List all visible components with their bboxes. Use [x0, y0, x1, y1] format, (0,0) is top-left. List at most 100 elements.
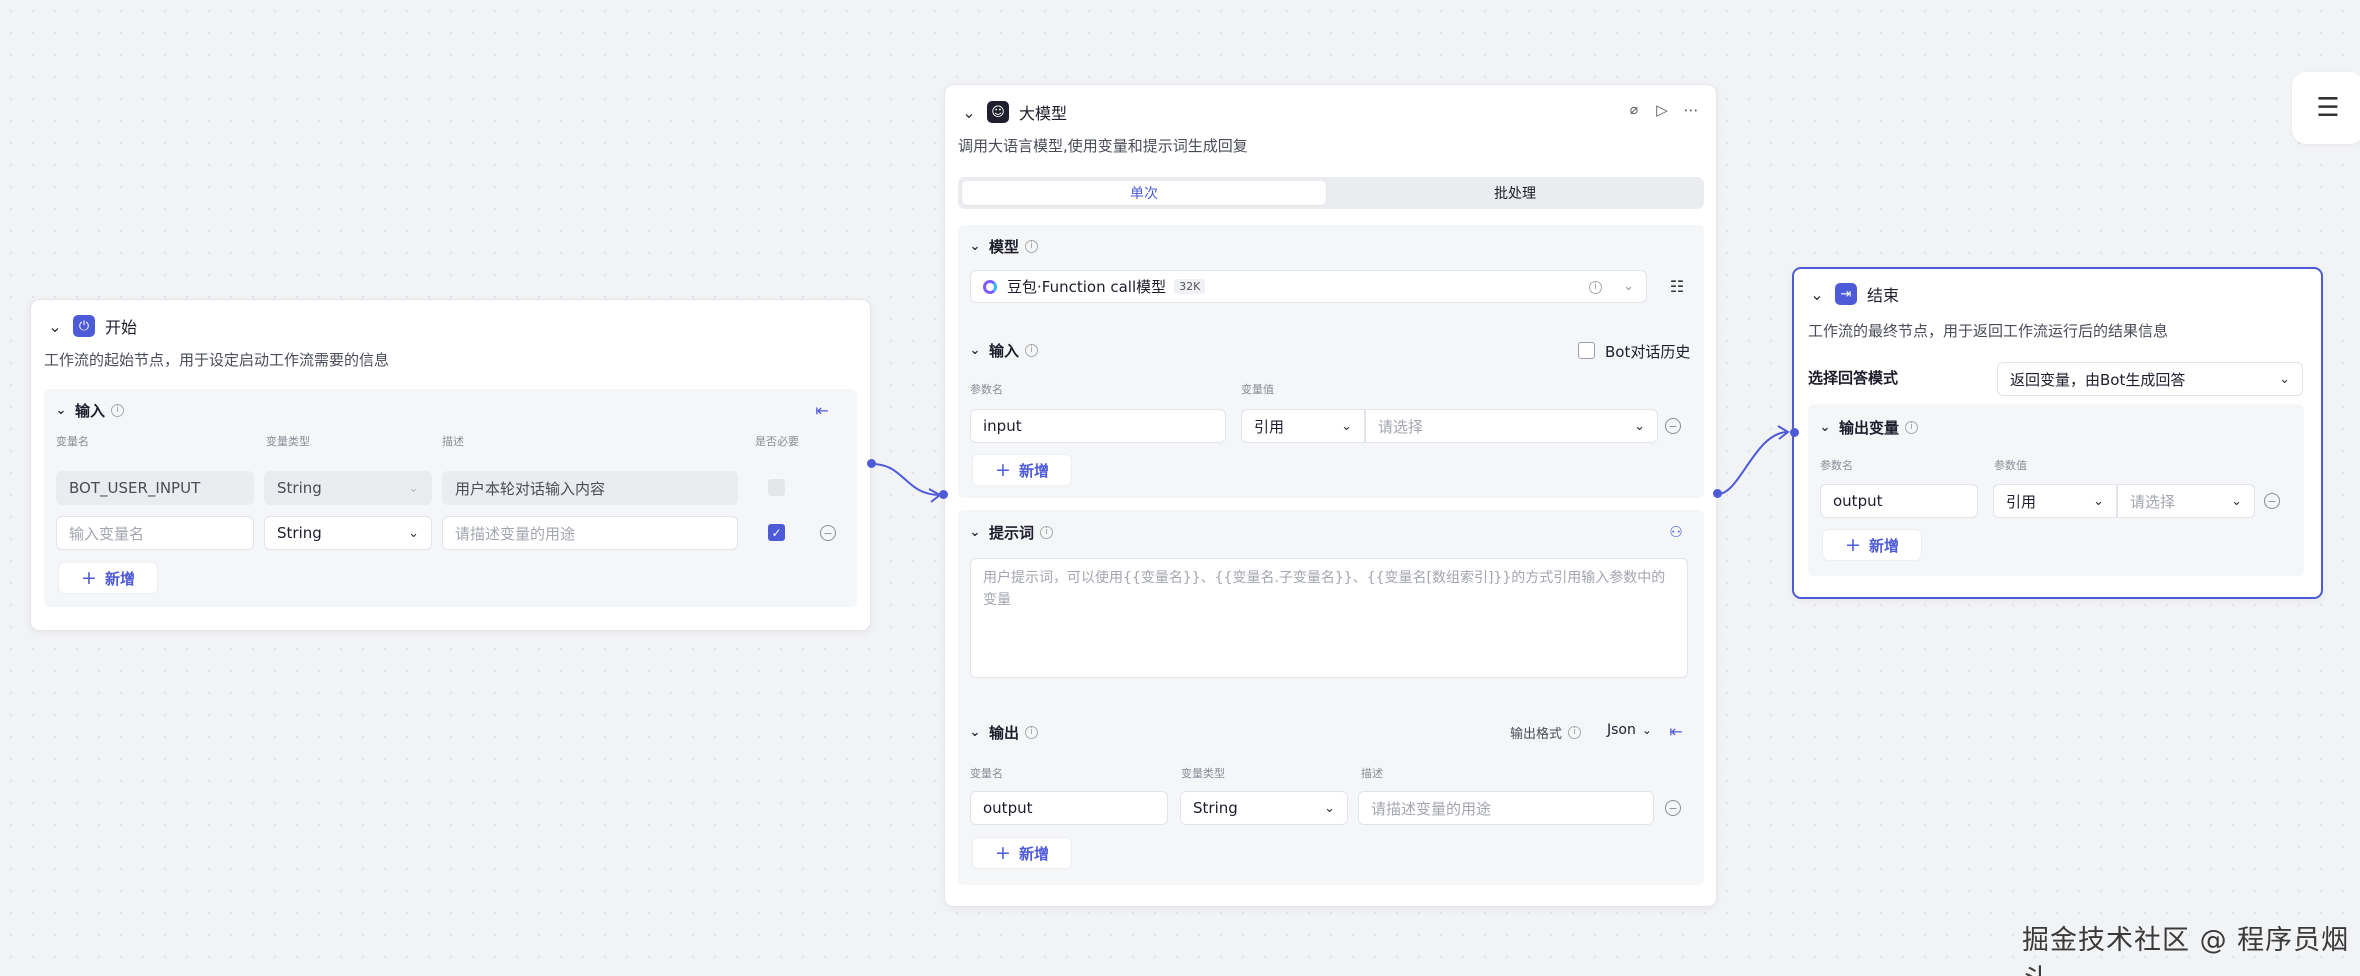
- export-icon[interactable]: ⇤: [812, 400, 832, 420]
- chevron-down-icon[interactable]: ⌄: [967, 525, 983, 540]
- run-icon[interactable]: ▷: [1652, 100, 1672, 120]
- chevron-down-icon[interactable]: ⌄: [959, 103, 979, 122]
- chevron-down-icon[interactable]: ⌄: [45, 317, 65, 336]
- model-logo-icon: [983, 279, 997, 294]
- start-output-port[interactable]: [867, 459, 876, 468]
- bot-history-checkbox[interactable]: [1578, 342, 1595, 359]
- node-title: 大模型: [1019, 104, 1068, 123]
- start-node[interactable]: ⌄ ⏻ 开始 工作流的起始节点，用于设定启动工作流需要的信息 ⌄ 输入 i ⇤ …: [30, 299, 871, 631]
- minus-circle-icon[interactable]: −: [1665, 418, 1681, 434]
- add-button[interactable]: + 新增: [1822, 529, 1922, 561]
- chevron-down-icon[interactable]: ⌄: [967, 725, 983, 740]
- info-icon[interactable]: i: [1905, 421, 1919, 434]
- info-icon[interactable]: i: [1025, 726, 1039, 739]
- answer-mode-value: 返回变量，由Bot生成回答: [2010, 370, 2186, 389]
- required-checkbox[interactable]: ✓: [768, 524, 785, 541]
- section-title: 提示词: [989, 524, 1035, 542]
- ref-type-value: 引用: [2006, 492, 2037, 511]
- value-select[interactable]: 请选择 ⌄: [2117, 484, 2255, 518]
- value-placeholder: 请选择: [1378, 417, 1424, 436]
- llm-node[interactable]: ⌄ ☺ 大模型 ⌀ ▷ ⋯ 调用大语言模型,使用变量和提示词生成回复 单次 批处…: [944, 84, 1717, 907]
- col-header-desc: 描述: [442, 435, 464, 448]
- param-name-field[interactable]: input: [970, 409, 1226, 443]
- chevron-down-icon[interactable]: ⌄: [1817, 420, 1833, 435]
- ref-type-value: 引用: [1254, 417, 1285, 436]
- chevron-down-icon: ⌄: [1641, 723, 1652, 737]
- format-value: Json: [1607, 722, 1636, 738]
- chevron-down-icon: ⌄: [2093, 493, 2104, 509]
- output-var-name[interactable]: output: [970, 791, 1168, 825]
- edge-start-to-llm: [871, 463, 941, 496]
- section-title: 输出: [989, 724, 1020, 742]
- add-button[interactable]: + 新增: [972, 454, 1072, 486]
- chevron-down-icon[interactable]: ⌄: [967, 343, 983, 358]
- format-label-text: 输出格式: [1510, 727, 1563, 742]
- tab-batch[interactable]: 批处理: [1331, 181, 1699, 205]
- user-icon[interactable]: ⚇: [1666, 522, 1686, 542]
- var-desc-input[interactable]: 请描述变量的用途: [442, 516, 738, 550]
- col-header-required: 是否必要: [755, 435, 799, 448]
- llm-input-port[interactable]: [939, 490, 948, 499]
- info-icon[interactable]: i: [1025, 240, 1039, 253]
- edge-arrow-2: [1777, 425, 1790, 440]
- plus-icon: +: [995, 842, 1011, 864]
- mode-tabs: 单次 批处理: [958, 177, 1704, 209]
- more-icon[interactable]: ⋯: [1680, 100, 1702, 120]
- info-icon[interactable]: i: [1040, 526, 1054, 539]
- minus-circle-icon[interactable]: −: [820, 525, 836, 541]
- minus-circle-icon[interactable]: −: [2264, 493, 2280, 509]
- var-name-input[interactable]: 输入变量名: [56, 516, 254, 550]
- add-label: 新增: [104, 569, 135, 588]
- chevron-down-icon: ⌄: [1324, 800, 1335, 816]
- end-node[interactable]: ⌄ ⇥ 结束 工作流的最终节点，用于返回工作流运行后的结果信息 选择回答模式 返…: [1792, 267, 2323, 599]
- info-icon[interactable]: i: [111, 404, 125, 417]
- chevron-down-icon: ⌄: [2231, 493, 2242, 509]
- answer-mode-select[interactable]: 返回变量，由Bot生成回答 ⌄: [1997, 362, 2303, 396]
- var-type-select[interactable]: String ⌄: [264, 516, 432, 550]
- value-select[interactable]: 请选择 ⌄: [1365, 409, 1658, 443]
- chevron-down-icon[interactable]: ⌄: [53, 403, 69, 418]
- panel-toggle-icon[interactable]: ☰: [2292, 72, 2360, 144]
- var-type-value: String: [1193, 799, 1238, 817]
- chevron-down-icon[interactable]: ⌄: [967, 239, 983, 254]
- required-checkbox-disabled: [768, 479, 785, 496]
- export-icon[interactable]: ⇤: [1666, 721, 1686, 741]
- tab-single[interactable]: 单次: [962, 181, 1326, 205]
- llm-output-port[interactable]: [1713, 489, 1722, 498]
- node-description: 工作流的起始节点，用于设定启动工作流需要的信息: [44, 351, 390, 369]
- add-button[interactable]: + 新增: [972, 837, 1072, 869]
- start-node-icon: ⏻: [73, 315, 95, 337]
- info-icon[interactable]: i: [1568, 726, 1582, 739]
- col-header-name: 变量名: [970, 767, 1003, 780]
- col-header-value: 参数值: [1994, 459, 2027, 472]
- ref-type-select[interactable]: 引用 ⌄: [1993, 484, 2117, 518]
- var-type-value: String: [277, 479, 322, 497]
- add-button[interactable]: + 新增: [58, 562, 158, 594]
- output-format-select[interactable]: Json ⌄: [1607, 722, 1652, 738]
- col-header-type: 变量类型: [266, 435, 310, 448]
- col-header-param: 参数名: [1820, 459, 1853, 472]
- end-input-port[interactable]: [1790, 428, 1799, 437]
- plus-icon: +: [81, 567, 97, 589]
- info-icon[interactable]: i: [1589, 281, 1602, 294]
- debug-icon[interactable]: ⌀: [1624, 100, 1644, 120]
- end-node-icon: ⇥: [1835, 283, 1857, 305]
- prompt-textarea[interactable]: 用户提示词，可以使用{{变量名}}、{{变量名.子变量名}}、{{变量名[数组索…: [970, 558, 1688, 678]
- plus-icon: +: [1845, 534, 1861, 556]
- settings-icon[interactable]: ☷: [1666, 275, 1688, 297]
- output-var-desc[interactable]: 请描述变量的用途: [1358, 791, 1654, 825]
- section-title: 输入: [75, 402, 106, 420]
- chevron-down-icon: ⌄: [408, 525, 419, 541]
- model-select[interactable]: 豆包·Function call模型 32K i ⌄: [970, 270, 1647, 303]
- chevron-down-icon[interactable]: ⌄: [1807, 285, 1827, 304]
- output-var-type[interactable]: String ⌄: [1180, 791, 1348, 825]
- col-header-param: 参数名: [970, 383, 1003, 396]
- chevron-down-icon: ⌄: [408, 480, 419, 496]
- var-type-value: String: [277, 524, 322, 542]
- minus-circle-icon[interactable]: −: [1665, 800, 1681, 816]
- param-name-field[interactable]: output: [1820, 484, 1978, 518]
- info-icon[interactable]: i: [1025, 344, 1039, 357]
- add-label: 新增: [1018, 461, 1049, 480]
- ref-type-select[interactable]: 引用 ⌄: [1241, 409, 1365, 443]
- llm-node-icon: ☺: [987, 101, 1009, 123]
